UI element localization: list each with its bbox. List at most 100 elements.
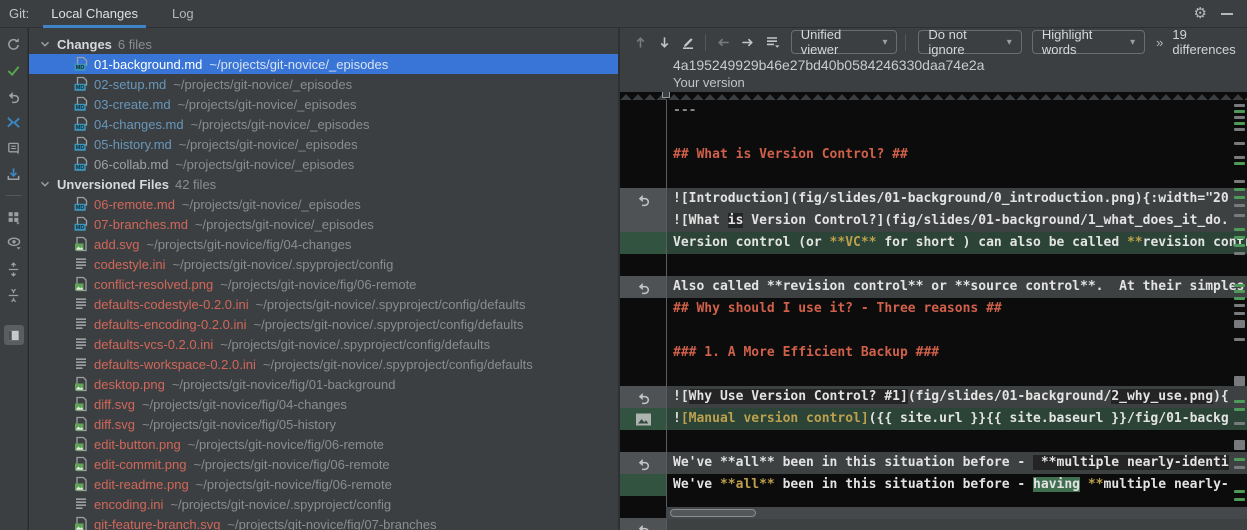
gutter-divider-line bbox=[666, 92, 667, 530]
file-row-04-changes.md[interactable]: MD 04-changes.md ~/projects/git-novice/_ep… bbox=[29, 114, 619, 134]
file-row-git-feature-branch.svg[interactable]: git-feature-branch.svg ~/projects/git-nov… bbox=[29, 514, 619, 530]
file-row-add.svg[interactable]: add.svg ~/projects/git-novice/fig/04-chan… bbox=[29, 234, 619, 254]
tree-section-unversioned-files[interactable]: Unversioned Files 42 files bbox=[29, 174, 619, 194]
next-difference-icon[interactable] bbox=[654, 31, 674, 53]
file-name: edit-readme.png bbox=[94, 476, 189, 492]
fold-marker[interactable] bbox=[662, 92, 670, 98]
diff-line-text: ![Why Use Version Control? #1](fig/slide… bbox=[666, 386, 1247, 408]
text-file-icon bbox=[73, 256, 89, 272]
unshelve-download-icon[interactable] bbox=[4, 164, 24, 184]
file-path: ~/projects/git-novice/_episodes bbox=[175, 156, 355, 172]
tab-local-changes[interactable]: Local Changes bbox=[39, 0, 150, 28]
horizontal-scrollbar-thumb[interactable] bbox=[670, 509, 756, 517]
diff-line bbox=[620, 364, 1247, 386]
markdown-file-icon: MD bbox=[73, 76, 89, 92]
annotate-comment-icon[interactable] bbox=[4, 138, 24, 158]
image-preview-icon[interactable] bbox=[620, 408, 666, 430]
file-row-conflict-resolved.png[interactable]: conflict-resolved.png ~/projects/git-novi… bbox=[29, 274, 619, 294]
stripe-mark bbox=[1234, 312, 1245, 315]
file-path: ~/projects/git-novice/fig/06-remote bbox=[187, 436, 384, 452]
group-by-icon[interactable] bbox=[4, 207, 24, 227]
file-name: defaults-workspace-0.2.0.ini bbox=[94, 356, 256, 372]
settings-gear-icon[interactable]: ⚙ bbox=[1194, 6, 1207, 21]
markdown-file-icon: MD bbox=[73, 156, 89, 172]
refresh-icon[interactable] bbox=[4, 34, 24, 54]
file-row-defaults-encoding-0.2.0.ini[interactable]: defaults-encoding-0.2.0.ini ~/projects/gi… bbox=[29, 314, 619, 334]
file-row-diff.svg[interactable]: diff.svg ~/projects/git-novice/fig/05-his… bbox=[29, 414, 619, 434]
hide-toolwindow-icon[interactable] bbox=[1221, 12, 1233, 15]
diff-line bbox=[620, 166, 1247, 188]
diff-line: ![Why Use Version Control? #1](fig/slide… bbox=[620, 386, 1247, 408]
rollback-icon[interactable] bbox=[4, 86, 24, 106]
file-row-edit-button.png[interactable]: edit-button.png ~/projects/git-novice/fig… bbox=[29, 434, 619, 454]
commit-check-icon[interactable] bbox=[4, 60, 24, 80]
viewer-mode-dropdown[interactable]: Unified viewer ▾ bbox=[790, 27, 898, 57]
chevron-down-icon[interactable] bbox=[37, 177, 53, 191]
tab-log[interactable]: Log bbox=[160, 0, 206, 28]
markdown-file-icon: MD bbox=[73, 136, 89, 152]
svg-text:MD: MD bbox=[76, 205, 85, 211]
stripe-mark bbox=[1234, 214, 1245, 217]
file-path: ~/projects/git-novice/.spyproject/config… bbox=[220, 336, 491, 352]
file-row-defaults-codestyle-0.2.0.ini[interactable]: defaults-codestyle-0.2.0.ini ~/projects/g… bbox=[29, 294, 619, 314]
file-row-codestyle.ini[interactable]: codestyle.ini ~/projects/git-novice/.spyp… bbox=[29, 254, 619, 274]
diff-panel: Unified viewer ▾ Do not ignore ▾ Highlight w… bbox=[620, 27, 1247, 530]
file-row-05-history.md[interactable]: MD 05-history.md ~/projects/git-novice/_ep… bbox=[29, 134, 619, 154]
file-row-encoding.ini[interactable]: encoding.ini ~/projects/git-novice/.spypr… bbox=[29, 494, 619, 514]
ignore-whitespace-dropdown[interactable]: Do not ignore ▾ bbox=[918, 27, 1022, 57]
file-row-edit-readme.png[interactable]: edit-readme.png ~/projects/git-novice/fig… bbox=[29, 474, 619, 494]
file-row-07-branches.md[interactable]: MD 07-branches.md ~/projects/git-novice/_e… bbox=[29, 214, 619, 234]
file-row-03-create.md[interactable]: MD 03-create.md ~/projects/git-novice/_epi… bbox=[29, 94, 619, 114]
file-row-defaults-vcs-0.2.0.ini[interactable]: defaults-vcs-0.2.0.ini ~/projects/git-nov… bbox=[29, 334, 619, 354]
expand-all-icon[interactable] bbox=[4, 259, 24, 279]
changed-files-list-icon[interactable] bbox=[762, 31, 782, 53]
previous-change-icon[interactable] bbox=[713, 31, 733, 53]
revert-hunk-icon[interactable] bbox=[620, 452, 666, 474]
revert-hunk-icon[interactable] bbox=[620, 276, 666, 298]
chevron-down-icon[interactable] bbox=[37, 37, 53, 51]
file-row-defaults-workspace-0.2.0.ini[interactable]: defaults-workspace-0.2.0.ini ~/projects/g… bbox=[29, 354, 619, 374]
preview-eye-icon[interactable] bbox=[4, 233, 24, 253]
revert-hunk-icon[interactable] bbox=[620, 188, 666, 210]
stripe-mark bbox=[1234, 440, 1245, 450]
gutter bbox=[620, 210, 666, 232]
svg-text:MD: MD bbox=[76, 165, 85, 171]
file-row-desktop.png[interactable]: desktop.png ~/projects/git-novice/fig/01-… bbox=[29, 374, 619, 394]
tree-section-changes[interactable]: Changes 6 files bbox=[29, 34, 619, 54]
file-row-01-background.md[interactable]: MD 01-background.md ~/projects/git-novice/… bbox=[29, 54, 619, 74]
file-name: defaults-codestyle-0.2.0.ini bbox=[94, 296, 249, 312]
next-change-icon[interactable] bbox=[737, 31, 757, 53]
more-actions-chevron[interactable]: » bbox=[1156, 35, 1164, 50]
diff-editor[interactable]: --- ## What is Version Control? ## ![Intro… bbox=[620, 92, 1247, 530]
file-name: encoding.ini bbox=[94, 496, 164, 512]
stripe-mark bbox=[1234, 252, 1245, 255]
file-row-06-collab.md[interactable]: MD 06-collab.md ~/projects/git-novice/_epi… bbox=[29, 154, 619, 174]
collapsed-region-zigzag bbox=[620, 92, 1247, 100]
file-row-diff.svg[interactable]: diff.svg ~/projects/git-novice/fig/04-cha… bbox=[29, 394, 619, 414]
file-path: ~/projects/git-novice/fig/06-remote bbox=[195, 476, 392, 492]
chevron-down-icon: ▾ bbox=[1006, 36, 1012, 48]
preview-diff-panel-icon[interactable] bbox=[3, 325, 24, 345]
collapse-all-icon[interactable] bbox=[4, 285, 24, 305]
previous-difference-icon[interactable] bbox=[630, 31, 650, 53]
jump-to-source-icon[interactable] bbox=[678, 31, 698, 53]
file-row-edit-commit.png[interactable]: edit-commit.png ~/projects/git-novice/fig… bbox=[29, 454, 619, 474]
stripe-mark bbox=[1234, 466, 1245, 469]
diff-line-text bbox=[666, 122, 1247, 144]
horizontal-scrollbar[interactable] bbox=[666, 507, 1247, 519]
file-row-06-remote.md[interactable]: MD 06-remote.md ~/projects/git-novice/_epi… bbox=[29, 194, 619, 214]
revert-hunk-icon[interactable] bbox=[620, 386, 666, 408]
error-stripe-scrollbar[interactable] bbox=[1232, 92, 1247, 530]
file-name: conflict-resolved.png bbox=[94, 276, 214, 292]
file-path: ~/projects/git-novice/_episodes bbox=[177, 96, 357, 112]
highlight-mode-dropdown[interactable]: Highlight words ▾ bbox=[1031, 27, 1146, 57]
stripe-mark bbox=[1234, 458, 1245, 461]
stripe-mark bbox=[1234, 297, 1245, 300]
diff-line-text: ### 1. A More Efficient Backup ### bbox=[673, 345, 940, 360]
stripe-mark bbox=[1234, 304, 1245, 307]
shelve-arrows-icon[interactable] bbox=[4, 112, 24, 132]
dropdown-value: Highlight words bbox=[1041, 27, 1093, 57]
diff-line-text bbox=[666, 320, 1247, 342]
file-row-02-setup.md[interactable]: MD 02-setup.md ~/projects/git-novice/_epis… bbox=[29, 74, 619, 94]
revert-hunk-icon[interactable] bbox=[620, 518, 666, 530]
